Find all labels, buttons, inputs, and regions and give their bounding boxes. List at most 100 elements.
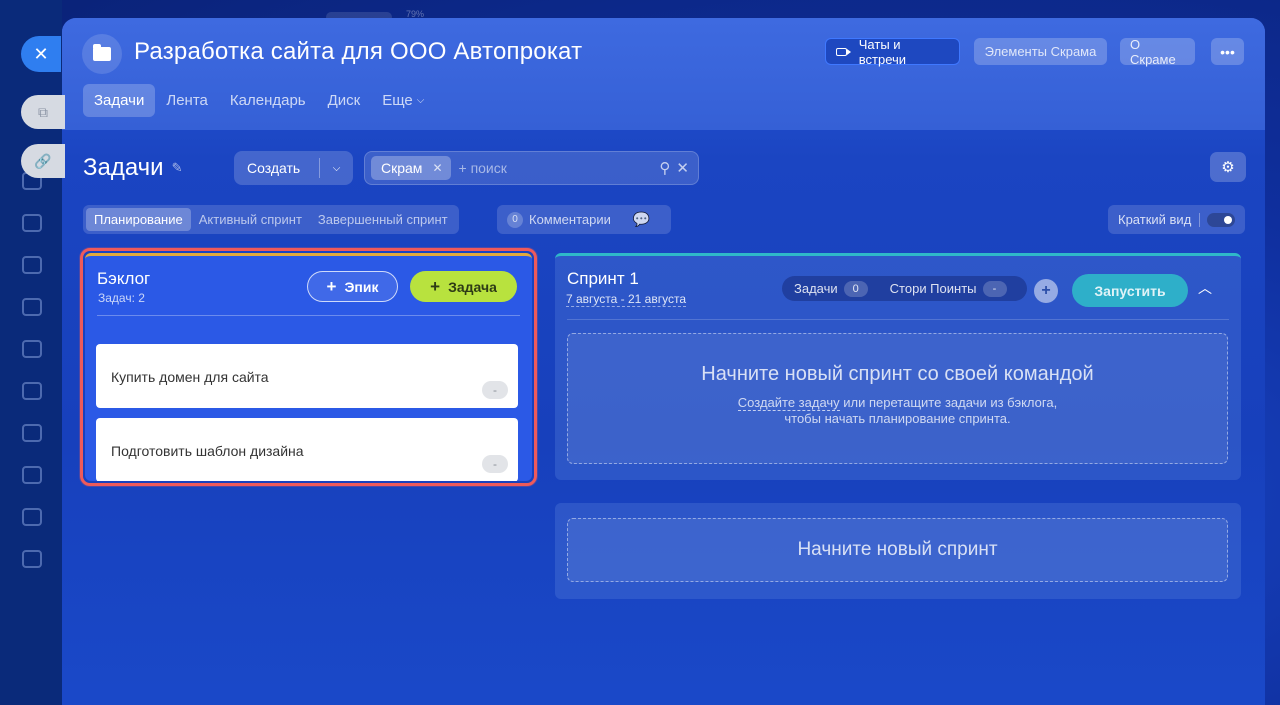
chevron-down-icon: ⌵: [416, 95, 425, 106]
search-icon[interactable]: ⚲: [659, 159, 670, 177]
more-button[interactable]: •••: [1211, 38, 1244, 65]
dropzone-text: чтобы начать планирование спринта.: [784, 411, 1011, 426]
create-button[interactable]: Создать ⌵: [234, 151, 353, 185]
toggle-switch[interactable]: [1207, 212, 1235, 227]
link-icon: 🔗: [34, 152, 52, 169]
open-in-new-window-button[interactable]: ⧉: [21, 95, 65, 129]
add-epic-button[interactable]: + Эпик: [307, 271, 398, 302]
dropzone-hint: Создайте задачу или перетащите задачи из…: [568, 395, 1227, 427]
copy-link-button[interactable]: 🔗: [21, 144, 65, 178]
chat-bubble-icon: 💬: [632, 211, 651, 227]
collapse-chevron-icon[interactable]: ︿: [1198, 278, 1212, 298]
comments-count-badge: 0: [507, 211, 523, 228]
pen-icon[interactable]: [22, 466, 42, 484]
mail-icon[interactable]: [22, 382, 42, 400]
remove-filter-icon[interactable]: ✕: [432, 161, 442, 175]
task-button-label: Задача: [448, 278, 497, 295]
chat-icon[interactable]: [22, 214, 42, 232]
dropzone-text: или перетащите задачи из бэклога,: [839, 395, 1058, 410]
tab-disk[interactable]: Диск: [317, 84, 372, 117]
contacts-icon[interactable]: [22, 424, 42, 442]
settings-button[interactable]: ⚙: [1210, 152, 1246, 182]
launch-sprint-button[interactable]: Запустить: [1072, 274, 1188, 307]
divider: [97, 315, 520, 316]
more-dots-icon: •••: [1220, 43, 1235, 60]
new-sprint-dropzone[interactable]: Начните новый спринт: [567, 518, 1228, 582]
plus-icon: +: [1041, 282, 1051, 299]
page-title-text: Задачи: [83, 154, 164, 181]
create-task-link[interactable]: Создайте задачу: [737, 395, 840, 411]
search-filter-box[interactable]: Скрам ✕ ⚲ ✕: [364, 151, 699, 185]
new-sprint-label: Начните новый спринт: [797, 539, 998, 560]
project-tabs: Задачи Лента Календарь Диск Еще ⌵: [83, 84, 435, 117]
scrum-elements-button[interactable]: Элементы Скрама: [974, 38, 1107, 65]
subtab-label: Завершенный спринт: [317, 212, 448, 227]
chats-meetings-button[interactable]: Чаты и встречи: [825, 36, 960, 67]
tab-calendar[interactable]: Календарь: [219, 84, 317, 117]
epic-button-label: Эпик: [344, 278, 379, 295]
brief-view-toggle[interactable]: Краткий вид: [1108, 205, 1245, 234]
project-title: Разработка сайта для ООО Автопрокат: [134, 38, 583, 65]
story-points-badge[interactable]: -: [482, 381, 508, 399]
create-label: Создать: [247, 160, 301, 176]
subtab-label: Планирование: [94, 212, 183, 227]
sprint-stats: Задачи 0 Стори Поинты -: [782, 276, 1027, 301]
filter-chip-scrum[interactable]: Скрам ✕: [371, 156, 451, 180]
chevron-down-icon[interactable]: ⌵: [320, 163, 353, 174]
new-sprint-panel: Начните новый спринт: [555, 503, 1241, 599]
tab-more[interactable]: Еще ⌵: [371, 84, 435, 117]
comments-button[interactable]: 0 Комментарии 💬: [497, 205, 671, 234]
tab-label: Календарь: [229, 92, 306, 109]
story-points-label: Стори Поинты: [889, 281, 977, 296]
pin-icon[interactable]: ✎: [172, 160, 183, 176]
comments-label: Комментарии: [529, 212, 611, 227]
search-input[interactable]: [458, 160, 657, 176]
backlog-task-card[interactable]: Купить домен для сайта -: [96, 344, 518, 408]
close-panel-button[interactable]: ✕: [21, 36, 61, 72]
sprint-title[interactable]: Спринт 1: [567, 269, 639, 289]
filter-icon[interactable]: [22, 508, 42, 526]
about-scrum-label: О Скраме: [1130, 36, 1176, 67]
drive-icon[interactable]: [22, 340, 42, 358]
sprint-tasks-label: Задачи: [794, 281, 838, 296]
plus-icon: +: [326, 276, 337, 296]
subtab-planning[interactable]: Планирование: [86, 208, 191, 231]
external-link-icon: ⧉: [38, 103, 48, 120]
filter-chip-label: Скрам: [381, 160, 423, 176]
launch-label: Запустить: [1094, 282, 1166, 299]
sprint-panel: Спринт 1 7 августа - 21 августа Задачи 0…: [555, 253, 1241, 480]
calendar-icon[interactable]: [22, 256, 42, 274]
tab-label: Лента: [166, 92, 208, 109]
divider: [567, 319, 1229, 320]
backlog-task-count: Задач: 2: [98, 291, 145, 305]
close-icon: ✕: [33, 43, 49, 64]
scrum-view-tabs: Планирование Активный спринт Завершенный…: [83, 205, 459, 234]
video-camera-icon: [836, 47, 851, 56]
tab-feed[interactable]: Лента: [155, 84, 219, 117]
clear-search-icon[interactable]: ✕: [676, 159, 689, 177]
backlog-title: Бэклог: [97, 269, 151, 288]
task-name[interactable]: Купить домен для сайта: [111, 369, 269, 385]
backlog-task-card[interactable]: Подготовить шаблон дизайна -: [96, 418, 518, 481]
subtab-label: Активный спринт: [198, 212, 302, 227]
dropzone-heading: Начните новый спринт со своей командой: [701, 363, 1094, 385]
edit-doc-icon[interactable]: [22, 550, 42, 568]
add-task-button[interactable]: + Задача: [410, 271, 517, 302]
tab-label: Еще: [382, 92, 413, 109]
task-name[interactable]: Подготовить шаблон дизайна: [111, 443, 304, 459]
folder-icon: [82, 34, 122, 74]
story-points-badge[interactable]: -: [482, 455, 508, 473]
subtab-active-sprint[interactable]: Активный спринт: [191, 208, 310, 231]
about-scrum-button[interactable]: О Скраме: [1120, 36, 1195, 67]
sprint-dropzone[interactable]: Начните новый спринт со своей командой С…: [567, 333, 1228, 464]
sprint-dates[interactable]: 7 августа - 21 августа: [566, 292, 687, 307]
chats-meetings-label: Чаты и встречи: [858, 36, 907, 67]
subtab-completed-sprint[interactable]: Завершенный спринт: [310, 208, 456, 231]
backlog-panel: Бэклог Задач: 2 + Эпик + Задача Купить д…: [85, 253, 532, 481]
tab-label: Диск: [327, 92, 361, 109]
add-to-sprint-button[interactable]: +: [1034, 279, 1058, 303]
file-icon[interactable]: [22, 298, 42, 316]
tab-tasks[interactable]: Задачи: [83, 84, 156, 117]
tab-label: Задачи: [94, 92, 145, 109]
gear-icon: ⚙: [1221, 159, 1235, 176]
